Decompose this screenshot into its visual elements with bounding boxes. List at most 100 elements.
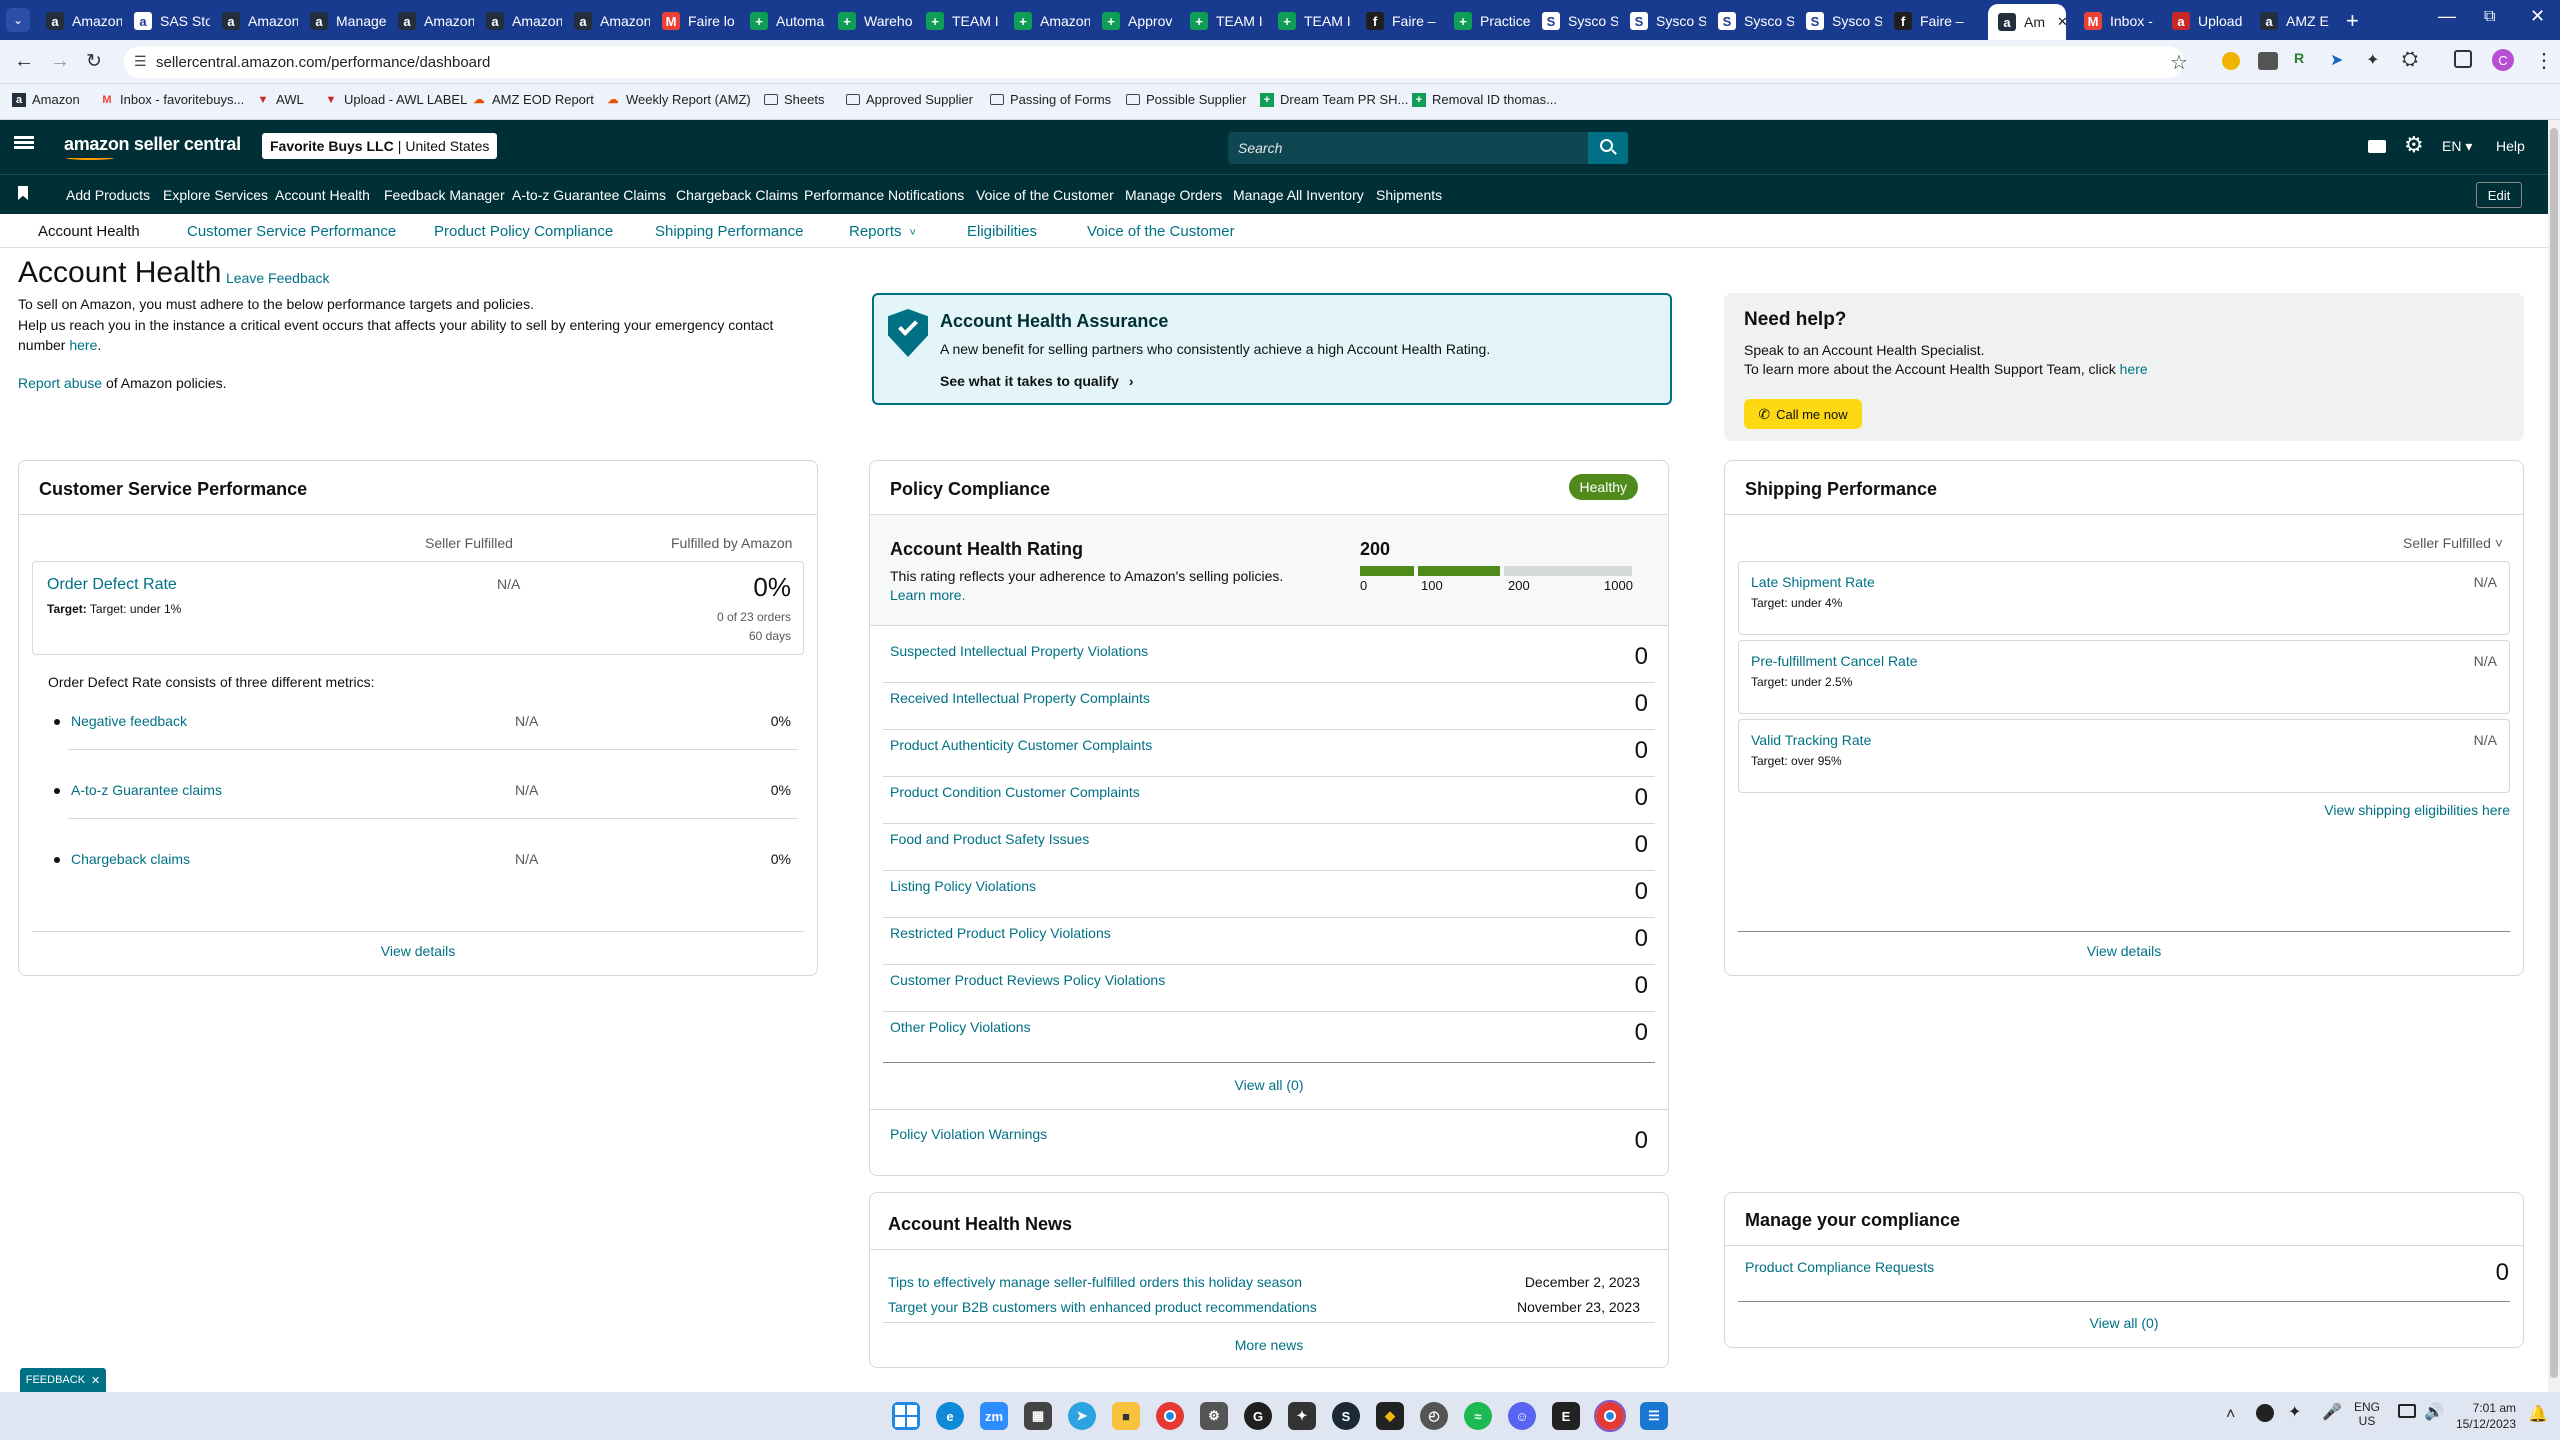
shipping-metric-link[interactable]: Pre-fulfillment Cancel Rate <box>1751 653 1918 669</box>
browser-tab[interactable]: + TEAM I <box>1270 6 1354 36</box>
policy-item-link[interactable]: Received Intellectual Property Complaint… <box>890 690 1150 706</box>
policy-item-link[interactable]: Suspected Intellectual Property Violatio… <box>890 643 1148 659</box>
news-item-link[interactable]: Target your B2B customers with enhanced … <box>888 1299 1317 1315</box>
tailscale-icon[interactable]: ✦ <box>1288 1402 1316 1430</box>
restore-icon[interactable]: ⧉ <box>2484 8 2495 26</box>
csp-metric-link[interactable]: Negative feedback <box>71 713 187 729</box>
bookmark-pin-icon[interactable] <box>18 186 28 200</box>
feedback-tab[interactable]: FEEDBACK ✕ <box>20 1368 106 1392</box>
nav-item[interactable]: Manage All Inventory <box>1233 187 1364 203</box>
language-selector[interactable]: EN ▾ <box>2442 138 2472 155</box>
browser-tab[interactable]: a Amazon <box>566 6 650 36</box>
browser-tab[interactable]: M Faire lo <box>654 6 738 36</box>
browser-tab[interactable]: + Approv <box>1094 6 1178 36</box>
bookmark-item[interactable]: Approved Supplier <box>846 92 973 107</box>
browser-tab[interactable]: S Sysco S <box>1710 6 1794 36</box>
discord-icon[interactable]: ☺ <box>1508 1402 1536 1430</box>
extension-icon-1[interactable] <box>2222 52 2240 70</box>
bookmark-item[interactable]: ☁ Weekly Report (AMZ) <box>606 92 751 107</box>
profile-avatar[interactable]: C <box>2492 49 2514 71</box>
epic-games-icon[interactable]: E <box>1552 1402 1580 1430</box>
nav-item[interactable]: Manage Orders <box>1125 187 1222 203</box>
browser-tab[interactable]: a Am ✕ <box>1988 4 2066 40</box>
subnav-tab[interactable]: Reports ˅ <box>849 223 916 240</box>
policy-item-link[interactable]: Listing Policy Violations <box>890 878 1036 894</box>
mail-icon[interactable] <box>2368 140 2386 153</box>
nav-item[interactable]: Account Health <box>275 187 370 203</box>
hamburger-menu-icon[interactable] <box>14 134 34 154</box>
notepad-icon[interactable]: ☰ <box>1640 1402 1668 1430</box>
chrome-icon[interactable] <box>1156 1402 1184 1430</box>
csp-view-details-link[interactable]: View details <box>19 943 817 959</box>
browser-tab[interactable]: S Sysco S <box>1622 6 1706 36</box>
edit-nav-button[interactable]: Edit <box>2476 182 2522 208</box>
browser-tab[interactable]: + Amazon <box>1006 6 1090 36</box>
extension-icon-5[interactable]: ✦ <box>2366 50 2379 70</box>
nav-item[interactable]: Chargeback Claims <box>676 187 798 203</box>
call-me-now-button[interactable]: ✆ Call me now <box>1744 399 1862 429</box>
browser-tab[interactable]: a Amazon <box>214 6 298 36</box>
browser-tab[interactable]: a Amazon <box>478 6 562 36</box>
tray-chevron-up-icon[interactable]: ˄ <box>2226 1406 2235 1424</box>
extensions-puzzle-icon[interactable]: ⛭ <box>2402 48 2418 71</box>
nav-item[interactable]: Explore Services <box>163 187 268 203</box>
browser-tab[interactable]: + TEAM I <box>1182 6 1266 36</box>
search-input[interactable]: Search <box>1238 140 1282 156</box>
compliance-view-all-link[interactable]: View all (0) <box>1725 1315 2523 1331</box>
tray-network-icon[interactable] <box>2398 1404 2416 1418</box>
search-box[interactable]: Search <box>1228 132 1588 164</box>
product-compliance-requests-link[interactable]: Product Compliance Requests <box>1745 1259 1934 1275</box>
news-item-link[interactable]: Tips to effectively manage seller-fulfil… <box>888 1274 1302 1290</box>
clock-app-icon[interactable]: ◴ <box>1420 1402 1448 1430</box>
tray-tailscale-icon[interactable]: ✦ <box>2288 1402 2301 1422</box>
tray-language[interactable]: ENG US <box>2354 1400 2380 1428</box>
browser-tab[interactable]: + Automa <box>742 6 826 36</box>
bookmark-item[interactable]: ▼ AWL <box>256 92 304 107</box>
bookmark-item[interactable]: + Dream Team PR SH... <box>1260 92 1408 107</box>
minimize-icon[interactable]: — <box>2438 6 2456 27</box>
site-info-icon[interactable]: ☰ <box>134 53 147 70</box>
subnav-tab[interactable]: Customer Service Performance <box>187 223 396 240</box>
subnav-tab[interactable]: Voice of the Customer <box>1087 223 1235 240</box>
tray-github-icon[interactable] <box>2256 1404 2274 1422</box>
windows-start-icon[interactable] <box>892 1402 920 1430</box>
subnav-tab[interactable]: Eligibilities <box>967 223 1037 240</box>
bookmark-item[interactable]: M Inbox - favoritebuys... <box>100 92 244 107</box>
policy-warnings-link[interactable]: Policy Violation Warnings <box>890 1126 1047 1142</box>
steam-icon[interactable]: S <box>1332 1402 1360 1430</box>
browser-tab[interactable]: + Wareho <box>830 6 914 36</box>
telegram-icon[interactable]: ➤ <box>1068 1402 1096 1430</box>
browser-tab[interactable]: a Amazon <box>38 6 122 36</box>
shipping-metric-link[interactable]: Valid Tracking Rate <box>1751 732 1871 748</box>
subnav-tab[interactable]: Product Policy Compliance <box>434 223 613 240</box>
file-explorer-icon[interactable]: ■ <box>1112 1402 1140 1430</box>
forward-icon[interactable]: → <box>50 50 70 73</box>
support-team-link[interactable]: here <box>2120 361 2148 377</box>
report-abuse-link[interactable]: Report abuse <box>18 375 102 391</box>
nav-item[interactable]: A-to-z Guarantee Claims <box>512 187 666 203</box>
nav-item[interactable]: Shipments <box>1376 187 1442 203</box>
browser-tab[interactable]: + TEAM I <box>918 6 1002 36</box>
new-tab-icon[interactable]: + <box>2346 8 2359 34</box>
subnav-tab[interactable]: Account Health <box>38 223 140 240</box>
policy-item-link[interactable]: Restricted Product Policy Violations <box>890 925 1111 941</box>
close-tab-icon[interactable]: ✕ <box>2057 14 2066 30</box>
zoom-icon[interactable]: zm <box>980 1402 1008 1430</box>
edge-icon[interactable]: e <box>936 1402 964 1430</box>
search-button[interactable] <box>1588 132 1628 164</box>
leave-feedback-link[interactable]: Leave Feedback <box>226 270 330 286</box>
back-icon[interactable]: ← <box>14 50 34 73</box>
policy-view-all-link[interactable]: View all (0) <box>870 1077 1668 1093</box>
browser-tab[interactable]: S Sysco S <box>1798 6 1882 36</box>
github-icon[interactable]: G <box>1244 1402 1272 1430</box>
browser-tab[interactable]: a SAS Sto <box>126 6 210 36</box>
policy-item-link[interactable]: Product Condition Customer Complaints <box>890 784 1140 800</box>
spotify-icon[interactable]: ≈ <box>1464 1402 1492 1430</box>
tray-mic-icon[interactable]: 🎤 <box>2322 1402 2342 1422</box>
policy-item-link[interactable]: Product Authenticity Customer Complaints <box>890 737 1152 753</box>
browser-tab[interactable]: a Amazon <box>390 6 474 36</box>
seller-central-logo[interactable]: amazon seller central <box>64 134 241 160</box>
side-panel-icon[interactable] <box>2454 50 2472 68</box>
policy-item-link[interactable]: Food and Product Safety Issues <box>890 831 1089 847</box>
shipping-metric-link[interactable]: Late Shipment Rate <box>1751 574 1875 590</box>
